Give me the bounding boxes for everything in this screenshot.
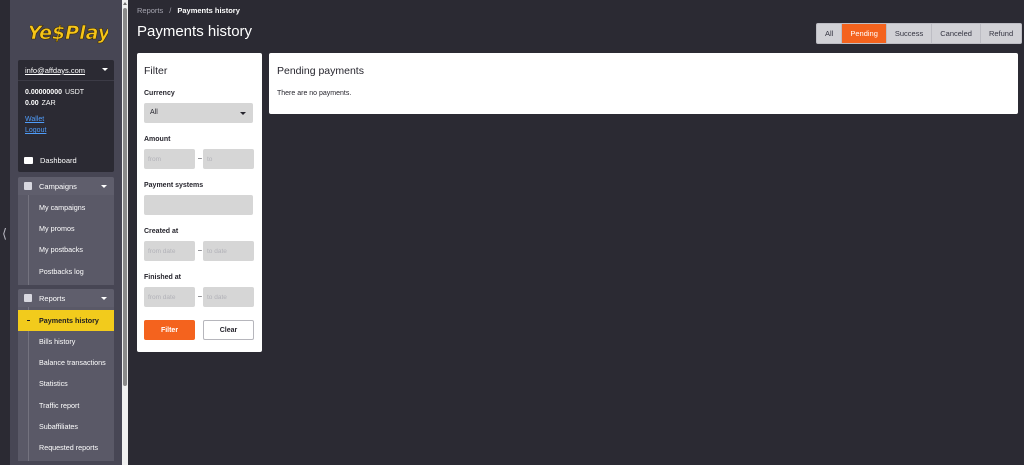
sidebar-item-label: Dashboard (40, 155, 77, 165)
amount-range-dash: – (198, 155, 202, 162)
filter-button[interactable]: Filter (144, 320, 195, 340)
breadcrumb-parent[interactable]: Reports (137, 6, 163, 15)
tab-canceled[interactable]: Canceled (932, 24, 981, 43)
amount-from-input[interactable] (144, 149, 195, 169)
campaigns-icon (24, 182, 32, 190)
payment-systems-label: Payment systems (144, 182, 204, 189)
amount-to-input[interactable] (203, 149, 254, 169)
sidebar-item-payments-history[interactable]: Payments history (18, 310, 114, 331)
created-to-date-input[interactable] (203, 241, 254, 261)
pending-payments-panel: Pending payments There are no payments. (269, 53, 1018, 114)
page-title: Payments history (137, 23, 253, 40)
finished-from-date-input[interactable] (144, 287, 195, 307)
chevron-down-icon (240, 112, 246, 115)
sidebar-group-campaigns[interactable]: Campaigns (18, 177, 114, 195)
active-indicator-icon (27, 320, 30, 321)
balance-currency: USDT (64, 89, 85, 96)
balance-usdt: 0.00000000 USDT (25, 89, 84, 96)
finished-range-dash: – (198, 293, 202, 300)
filter-panel: Filter Currency All Amount – Payment sys… (137, 53, 262, 352)
campaigns-submenu: My campaigns My promos My postbacks Post… (18, 195, 114, 285)
finished-at-label: Finished at (144, 274, 181, 281)
tab-success[interactable]: Success (887, 24, 933, 43)
payment-systems-input[interactable] (144, 195, 253, 215)
sidebar-item-dashboard[interactable]: Dashboard (18, 152, 114, 168)
balance-currency: ZAR (41, 100, 56, 107)
breadcrumb-current: Payments history (177, 6, 240, 15)
logo-text: Ye$Play (30, 22, 108, 44)
sidebar: Ye$Play info@affdays.com 0.00000000 USDT … (10, 0, 122, 465)
currency-select-value: All (150, 109, 158, 116)
yesplay-logo[interactable]: Ye$Play (30, 14, 108, 48)
scroll-up-arrow-icon[interactable] (123, 2, 127, 5)
tab-all[interactable]: All (817, 24, 843, 43)
sidebar-item-my-campaigns[interactable]: My campaigns (18, 197, 114, 218)
sidebar-item-my-postbacks[interactable]: My postbacks (18, 239, 114, 260)
reports-submenu: Payments history Bills history Balance t… (18, 307, 114, 461)
status-tabs: All Pending Success Canceled Refund (816, 23, 1023, 44)
created-from-date-input[interactable] (144, 241, 195, 261)
logout-link[interactable]: Logout (25, 127, 46, 134)
created-at-label: Created at (144, 228, 179, 235)
account-email[interactable]: info@affdays.com (25, 66, 85, 75)
sidebar-scrollbar[interactable] (122, 0, 128, 465)
sidebar-item-traffic-report[interactable]: Traffic report (18, 395, 114, 416)
chevron-down-icon (101, 185, 107, 188)
balance-amount: 0.00 (25, 100, 39, 107)
amount-label: Amount (144, 136, 171, 143)
sidebar-item-requested-reports[interactable]: Requested reports (18, 437, 114, 458)
dashboard-icon (24, 156, 33, 164)
account-dropdown-caret-icon[interactable] (102, 68, 108, 71)
breadcrumb-separator: / (169, 6, 172, 15)
sidebar-item-postbacks-log[interactable]: Postbacks log (18, 261, 114, 282)
sidebar-group-reports[interactable]: Reports (18, 289, 114, 307)
tab-refund[interactable]: Refund (981, 24, 1021, 43)
tab-pending[interactable]: Pending (842, 24, 887, 43)
finished-to-date-input[interactable] (203, 287, 254, 307)
sidebar-item-subaffiliates[interactable]: Subaffiliates (18, 416, 114, 437)
sidebar-item-balance-transactions[interactable]: Balance transactions (18, 352, 114, 373)
chevron-left-icon[interactable]: ⟨ (2, 228, 7, 241)
empty-state-message: There are no payments. (277, 90, 352, 97)
sidebar-item-label: Payments history (39, 316, 99, 325)
account-divider (18, 80, 114, 81)
currency-select[interactable]: All (144, 103, 253, 123)
filter-title: Filter (144, 65, 168, 77)
pending-payments-title: Pending payments (277, 65, 364, 77)
sidebar-item-my-promos[interactable]: My promos (18, 218, 114, 239)
chevron-down-icon (101, 297, 107, 300)
created-range-dash: – (198, 247, 202, 254)
sidebar-collapse-strip[interactable]: ⟨ (0, 0, 10, 465)
sidebar-group-label: Campaigns (39, 181, 77, 191)
scrollbar-thumb[interactable] (123, 8, 127, 386)
sidebar-group-label: Reports (39, 293, 66, 303)
balance-zar: 0.00 ZAR (25, 100, 56, 107)
sidebar-item-statistics[interactable]: Statistics (18, 373, 114, 394)
clear-button[interactable]: Clear (203, 320, 254, 340)
currency-label: Currency (144, 90, 175, 97)
wallet-link[interactable]: Wallet (25, 116, 44, 123)
sidebar-item-bills-history[interactable]: Bills history (18, 331, 114, 352)
reports-icon (24, 294, 32, 302)
balance-amount: 0.00000000 (25, 89, 62, 96)
breadcrumb: Reports / Payments history (137, 6, 240, 15)
